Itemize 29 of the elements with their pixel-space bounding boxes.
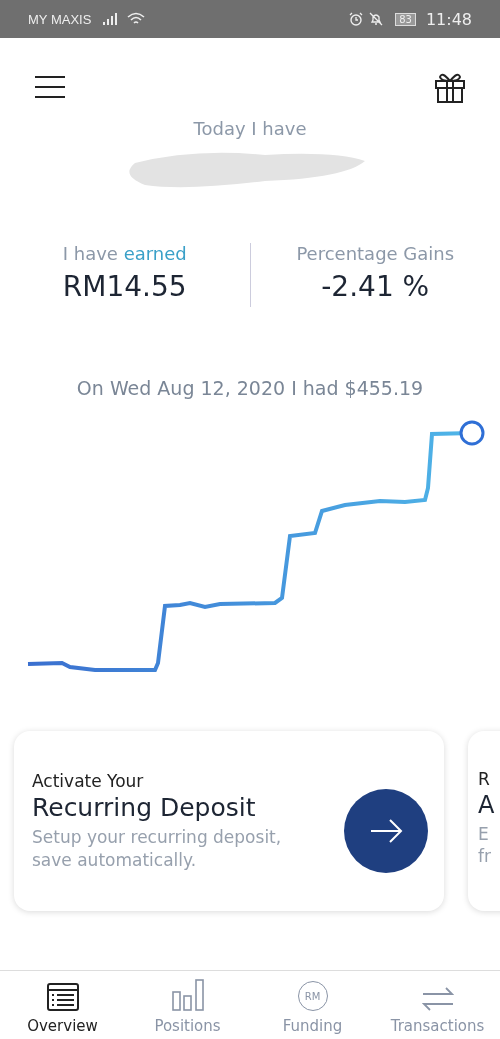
- chart-caption: On Wed Aug 12, 2020 I had $455.19: [75, 377, 425, 399]
- balance-label: Today I have: [192, 118, 308, 139]
- stat-value: -2.41 %: [321, 270, 430, 303]
- muted-bell-icon: [369, 12, 384, 26]
- stat-label: I have earned: [62, 243, 187, 264]
- card-description: E: [478, 823, 490, 846]
- stat-value: RM14.55: [62, 270, 187, 303]
- list-icon: [46, 983, 79, 1011]
- card-eyebrow: Activate Your: [32, 771, 145, 792]
- arrow-icon: [369, 818, 403, 844]
- card-title: A: [478, 791, 496, 819]
- menu-icon[interactable]: [34, 75, 66, 99]
- card-title: Recurring Deposit: [32, 793, 257, 823]
- end-point-marker[interactable]: [459, 420, 485, 446]
- promo-card[interactable]: R A E fr: [468, 731, 500, 911]
- bar-chart-icon: [171, 979, 204, 1011]
- gift-icon[interactable]: [434, 71, 466, 103]
- clock-time: 11:48: [425, 9, 472, 29]
- stat-label: Percentage Gains: [296, 243, 455, 264]
- wifi-icon: [127, 12, 146, 26]
- nav-tab[interactable]: Overview: [0, 971, 125, 1039]
- promo-card[interactable]: Activate Your Recurring Deposit Setup your recurring deposit, save automatically.: [14, 731, 444, 911]
- alarm-icon: [349, 12, 364, 26]
- card-eyebrow: R: [478, 769, 491, 789]
- card-description: Setup your recurring deposit, save automatically.: [32, 826, 283, 871]
- card-description: fr: [478, 845, 492, 868]
- swap-arrows-icon: [421, 987, 454, 1011]
- battery-icon: 83: [395, 12, 416, 26]
- carrier-name: MY MAXIS: [28, 11, 92, 27]
